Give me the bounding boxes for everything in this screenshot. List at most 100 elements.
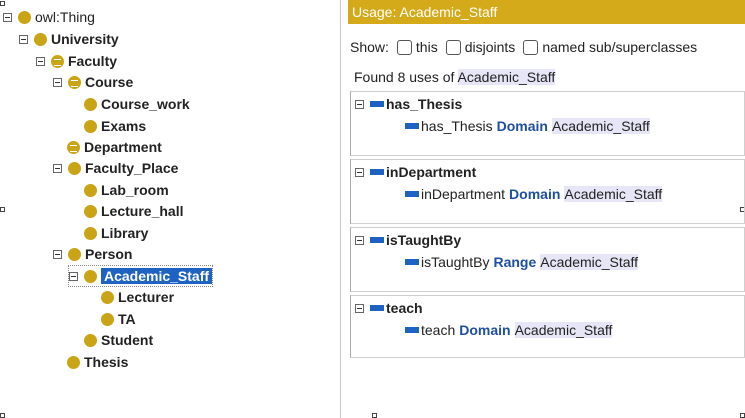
resize-handle[interactable] bbox=[740, 413, 745, 418]
tree-node-label: TA bbox=[118, 311, 136, 327]
axiom-property: isTaughtBy bbox=[421, 254, 490, 270]
class-icon bbox=[84, 269, 97, 283]
collapse-toggle-icon[interactable] bbox=[69, 271, 78, 281]
collapse-toggle-icon[interactable] bbox=[355, 303, 364, 313]
tree-node-label: Faculty_Place bbox=[85, 160, 179, 176]
class-icon bbox=[34, 32, 47, 46]
class-icon bbox=[101, 290, 114, 304]
disjoints-checkbox-label: disjoints bbox=[464, 39, 516, 55]
usage-axiom[interactable]: isTaughtBy Range Academic_Staff bbox=[405, 254, 639, 270]
named-sub-superclasses-label: named sub/superclasses bbox=[542, 39, 698, 55]
object-property-icon bbox=[370, 101, 384, 107]
axiom-keyword: Domain bbox=[496, 118, 548, 134]
defined-class-icon bbox=[51, 54, 64, 68]
usage-view-title: Usage: Academic_Staff bbox=[348, 0, 745, 24]
disjoints-checkbox[interactable] bbox=[445, 39, 461, 55]
object-property-icon bbox=[405, 191, 419, 197]
usage-group-teach: teach teach Domain Academic_Staff bbox=[350, 295, 745, 358]
resize-handle[interactable] bbox=[0, 207, 5, 212]
found-target: Academic_Staff bbox=[457, 69, 556, 85]
group-property-name: has_Thesis bbox=[386, 96, 463, 112]
collapse-toggle-icon[interactable] bbox=[355, 167, 364, 177]
tree-node-label: Academic_Staff bbox=[101, 268, 213, 284]
class-icon bbox=[101, 312, 114, 326]
resize-handle[interactable] bbox=[372, 413, 377, 418]
tree-node-lecturer[interactable]: Lecturer bbox=[101, 287, 174, 307]
tree-node-lab-room[interactable]: Lab_room bbox=[84, 180, 169, 200]
tree-node-label: Lecture_hall bbox=[101, 203, 184, 219]
usage-axiom[interactable]: has_Thesis Domain Academic_Staff bbox=[405, 118, 650, 134]
class-icon bbox=[84, 183, 97, 197]
tree-node-student[interactable]: Student bbox=[84, 330, 153, 350]
tree-node-label: Library bbox=[101, 225, 149, 241]
class-icon bbox=[67, 355, 80, 369]
tree-node-label: Faculty bbox=[68, 53, 118, 69]
named-sub-superclasses-checkbox[interactable] bbox=[523, 39, 539, 55]
tree-node-course-work[interactable]: Course_work bbox=[84, 94, 190, 114]
tree-node-exams[interactable]: Exams bbox=[84, 116, 146, 136]
tree-node-faculty[interactable]: Faculty bbox=[36, 51, 117, 71]
collapse-toggle-icon[interactable] bbox=[3, 12, 12, 22]
defined-class-icon bbox=[67, 140, 80, 154]
tree-node-label: Course_work bbox=[101, 96, 190, 112]
found-prefix: Found 8 uses of bbox=[354, 69, 455, 85]
tree-node-label: Department bbox=[84, 139, 162, 155]
axiom-target: Academic_Staff bbox=[564, 186, 663, 202]
collapse-toggle-icon[interactable] bbox=[53, 77, 62, 87]
axiom-keyword: Domain bbox=[509, 186, 561, 202]
axiom-property: inDepartment bbox=[421, 186, 506, 202]
tree-node-label: Course bbox=[85, 74, 134, 90]
axiom-target: Academic_Staff bbox=[540, 254, 639, 270]
tree-node-lecture-hall[interactable]: Lecture_hall bbox=[84, 201, 183, 221]
tree-node-label: Exams bbox=[101, 118, 147, 134]
collapse-toggle-icon[interactable] bbox=[36, 56, 45, 66]
collapse-toggle-icon[interactable] bbox=[355, 99, 364, 109]
class-icon bbox=[18, 10, 31, 24]
tree-node-course[interactable]: Course bbox=[53, 72, 133, 92]
resize-handle[interactable] bbox=[0, 1, 5, 6]
object-property-icon bbox=[370, 237, 384, 243]
tree-node-department[interactable]: Department bbox=[67, 137, 162, 157]
tree-node-label: Lab_room bbox=[101, 182, 169, 198]
group-property-name: teach bbox=[386, 300, 423, 316]
tree-node-university[interactable]: University bbox=[19, 29, 119, 49]
defined-class-icon bbox=[68, 75, 81, 89]
class-icon bbox=[84, 333, 97, 347]
axiom-target: Academic_Staff bbox=[551, 118, 650, 134]
tree-node-label: University bbox=[51, 31, 119, 47]
collapse-toggle-icon[interactable] bbox=[53, 163, 62, 173]
class-icon bbox=[84, 97, 97, 111]
axiom-target: Academic_Staff bbox=[514, 322, 613, 338]
this-checkbox[interactable] bbox=[396, 39, 412, 55]
usage-summary: Found 8 uses of Academic_Staff bbox=[354, 69, 556, 85]
object-property-icon bbox=[405, 123, 419, 129]
class-icon bbox=[84, 226, 97, 240]
usage-group-in-department: inDepartment inDepartment Domain Academi… bbox=[350, 159, 745, 224]
usage-axiom[interactable]: inDepartment Domain Academic_Staff bbox=[405, 186, 663, 202]
collapse-toggle-icon[interactable] bbox=[355, 235, 364, 245]
tree-node-ta[interactable]: TA bbox=[101, 309, 136, 329]
collapse-toggle-icon[interactable] bbox=[53, 249, 62, 259]
tree-node-owl-thing[interactable]: owl:Thing bbox=[3, 7, 95, 27]
usage-filter-bar: Show: this disjoints named sub/superclas… bbox=[350, 36, 697, 58]
axiom-keyword: Domain bbox=[459, 322, 511, 338]
show-label: Show: bbox=[350, 39, 389, 55]
tree-node-library[interactable]: Library bbox=[84, 223, 148, 243]
collapse-toggle-icon[interactable] bbox=[19, 34, 28, 44]
tree-node-faculty-place[interactable]: Faculty_Place bbox=[53, 158, 178, 178]
object-property-icon bbox=[405, 259, 419, 265]
object-property-icon bbox=[405, 327, 419, 333]
tree-node-person[interactable]: Person bbox=[53, 244, 132, 264]
tree-node-label: owl:Thing bbox=[35, 9, 95, 25]
axiom-keyword: Range bbox=[493, 254, 537, 270]
tree-node-label: Person bbox=[85, 246, 133, 262]
tree-node-label: Lecturer bbox=[118, 289, 175, 305]
usage-group-has-thesis: has_Thesis has_Thesis Domain Academic_St… bbox=[350, 91, 745, 156]
resize-handle[interactable] bbox=[0, 413, 5, 418]
tree-node-academic-staff[interactable]: Academic_Staff bbox=[67, 265, 214, 287]
tree-node-thesis[interactable]: Thesis bbox=[67, 352, 128, 372]
usage-axiom[interactable]: teach Domain Academic_Staff bbox=[405, 322, 613, 338]
this-checkbox-label: this bbox=[415, 39, 438, 55]
group-property-name: isTaughtBy bbox=[386, 232, 462, 248]
tree-node-label: Thesis bbox=[84, 354, 129, 370]
